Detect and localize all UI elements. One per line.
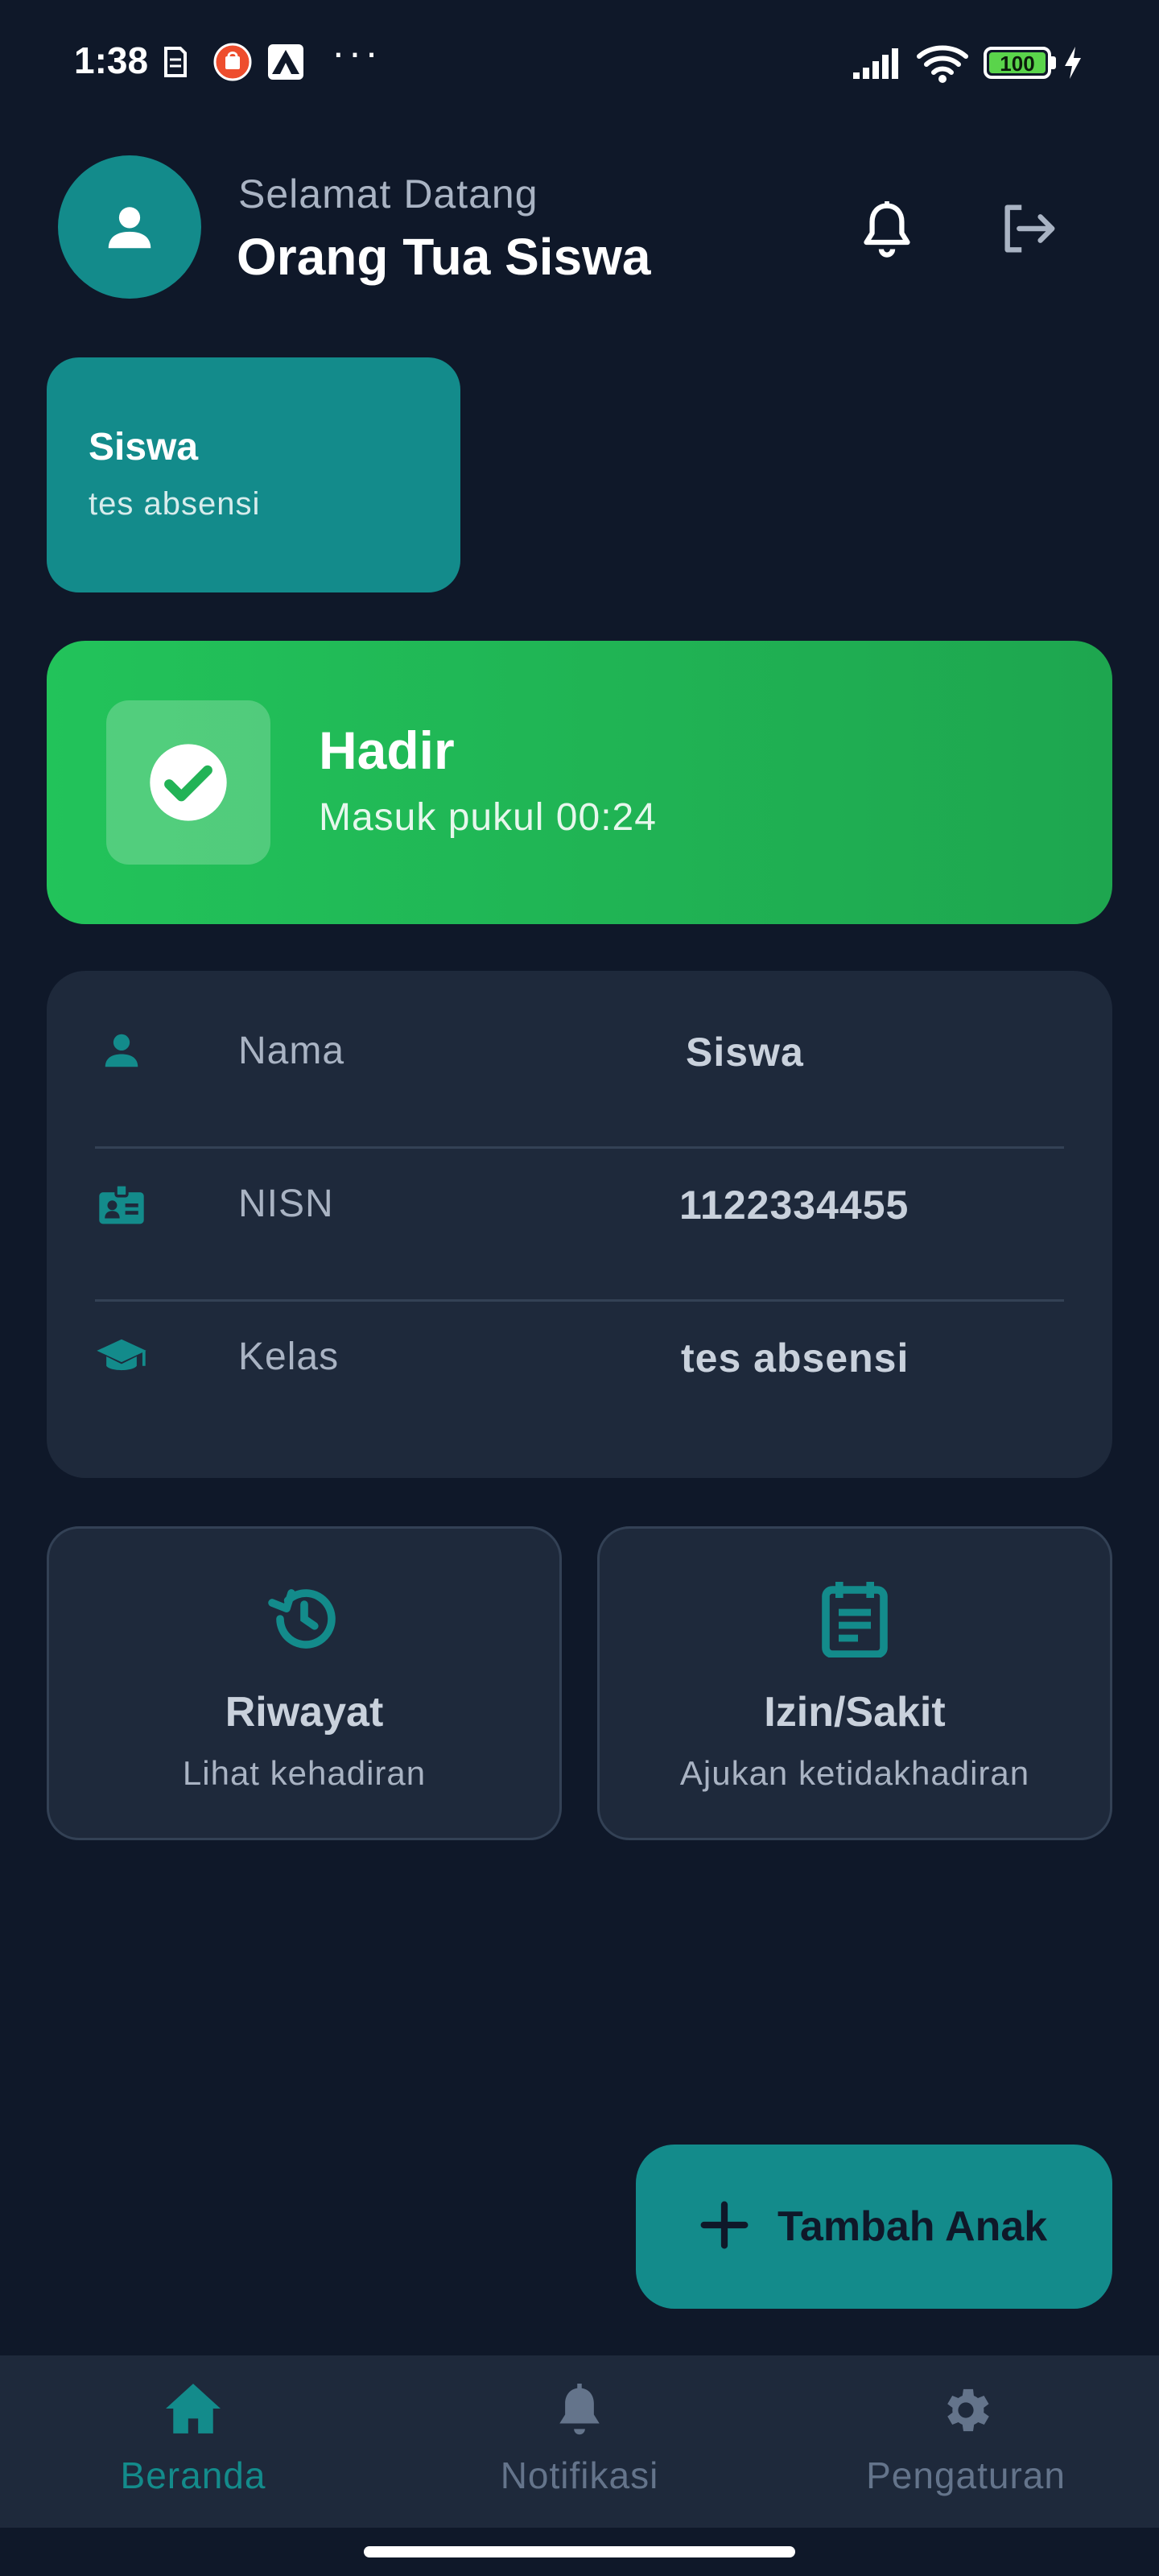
graduation-cap-icon: [95, 1330, 148, 1383]
info-row-nisn: NISN 1122334455: [95, 1124, 1061, 1277]
app-screen: 1:38 ··· 100 Selamat Datang Orang Tua Si…: [0, 0, 1159, 2576]
nav-label: Pengaturan: [866, 2454, 1066, 2496]
home-indicator[interactable]: [364, 2546, 795, 2557]
more-notifications-indicator: ···: [332, 30, 382, 75]
add-child-button[interactable]: Tambah Anak: [636, 2145, 1112, 2309]
greeting-text: Selamat Datang: [238, 171, 538, 217]
nav-item-notifications[interactable]: Notifikasi: [386, 2355, 773, 2528]
action-subtitle: Lihat kehadiran: [182, 1754, 427, 1792]
app-notification-icon: [268, 44, 303, 80]
bottom-navigation: Beranda Notifikasi Pengaturan: [0, 2355, 1159, 2528]
user-avatar[interactable]: [58, 155, 201, 299]
battery-indicator: 100: [984, 47, 1051, 79]
nav-item-home[interactable]: Beranda: [0, 2355, 386, 2528]
child-name: Siswa: [89, 426, 199, 469]
check-circle-icon: [150, 744, 227, 821]
info-value: 1122334455: [679, 1183, 909, 1228]
info-value: tes absensi: [681, 1335, 909, 1381]
logout-icon: [1004, 204, 1055, 253]
action-title: Riwayat: [225, 1689, 384, 1736]
status-time: 1:38: [74, 39, 149, 81]
home-icon: [166, 2384, 221, 2434]
nav-item-settings[interactable]: Pengaturan: [773, 2355, 1159, 2528]
person-icon: [95, 1024, 148, 1077]
attendance-status-card: Hadir Masuk pukul 00:24: [47, 641, 1112, 924]
battery-tip: [1051, 56, 1056, 69]
status-bar: 1:38 ··· 100: [0, 0, 1159, 129]
info-label: Kelas: [238, 1335, 340, 1378]
history-icon: [268, 1589, 336, 1649]
shopping-app-icon: [213, 43, 252, 81]
add-child-label: Tambah Anak: [777, 2203, 1048, 2250]
info-label: NISN: [238, 1183, 334, 1225]
plus-icon: [700, 2201, 749, 2249]
info-label: Nama: [238, 1030, 345, 1072]
person-icon: [108, 207, 151, 249]
nav-label: Beranda: [120, 2454, 266, 2496]
logout-button[interactable]: [990, 190, 1067, 267]
student-info-card: Nama Siswa NISN 1122334455 Kelas tes abs…: [47, 971, 1112, 1478]
sim-icon: [164, 47, 187, 77]
child-class: tes absensi: [89, 486, 261, 522]
gear-icon: [947, 2388, 989, 2432]
child-selector-card[interactable]: Siswa tes absensi: [47, 357, 460, 592]
leave-request-button[interactable]: Izin/Sakit Ajukan ketidakhadiran: [597, 1526, 1112, 1840]
info-value: Siswa: [686, 1030, 804, 1075]
history-button[interactable]: Riwayat Lihat kehadiran: [47, 1526, 562, 1840]
attendance-status: Hadir: [319, 720, 455, 780]
battery-level: 100: [1000, 52, 1035, 76]
user-name: Orang Tua Siswa: [237, 228, 651, 286]
info-row-class: Kelas tes absensi: [95, 1277, 1061, 1430]
status-icon-box: [106, 700, 270, 865]
document-icon: [822, 1582, 888, 1657]
attendance-time: Masuk pukul 00:24: [319, 796, 657, 839]
notification-button[interactable]: [848, 190, 926, 267]
action-subtitle: Ajukan ketidakhadiran: [679, 1754, 1030, 1792]
bell-icon: [559, 2384, 600, 2435]
nav-label: Notifikasi: [500, 2454, 659, 2496]
action-title: Izin/Sakit: [764, 1689, 946, 1736]
bell-icon: [864, 201, 910, 258]
info-row-name: Nama Siswa: [95, 971, 1061, 1124]
signal-icon: [853, 48, 898, 79]
wifi-icon: [917, 45, 968, 83]
charging-icon: [1065, 47, 1081, 79]
id-badge-icon: [95, 1177, 148, 1230]
